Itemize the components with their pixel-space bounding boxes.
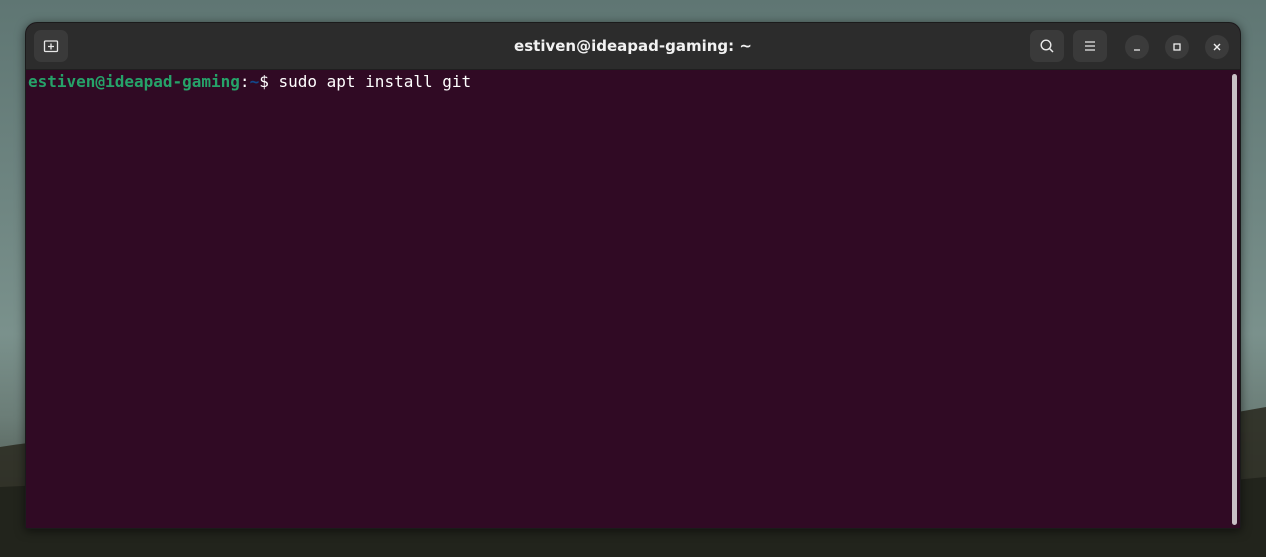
prompt-dollar: $ xyxy=(259,72,269,91)
command-line: estiven@ideapad-gaming:~$ sudo apt insta… xyxy=(28,72,471,92)
prompt-user-host: estiven@ideapad-gaming xyxy=(28,72,240,91)
new-tab-button[interactable] xyxy=(34,30,68,62)
close-button[interactable] xyxy=(1205,35,1229,59)
prompt-path: ~ xyxy=(249,72,260,91)
maximize-button[interactable] xyxy=(1165,35,1189,59)
prompt-colon: : xyxy=(239,72,250,91)
search-button[interactable] xyxy=(1030,30,1064,62)
hamburger-menu-icon xyxy=(1085,41,1095,51)
close-icon xyxy=(1213,43,1221,51)
scrollbar[interactable] xyxy=(1232,74,1237,525)
minimize-button[interactable] xyxy=(1125,35,1149,59)
header-bar: estiven@ideapad-gaming: ~ xyxy=(26,23,1240,70)
terminal-output-area[interactable]: estiven@ideapad-gaming:~$ sudo apt insta… xyxy=(26,70,1240,528)
maximize-icon xyxy=(1173,43,1181,51)
minimize-icon xyxy=(1134,49,1140,51)
search-icon xyxy=(1040,39,1054,53)
new-tab-icon xyxy=(43,40,59,53)
command-text: sudo apt install git xyxy=(268,72,472,91)
menu-button[interactable] xyxy=(1073,30,1107,62)
terminal-window: estiven@ideapad-gaming: ~ estiven@ideapa… xyxy=(25,22,1241,529)
